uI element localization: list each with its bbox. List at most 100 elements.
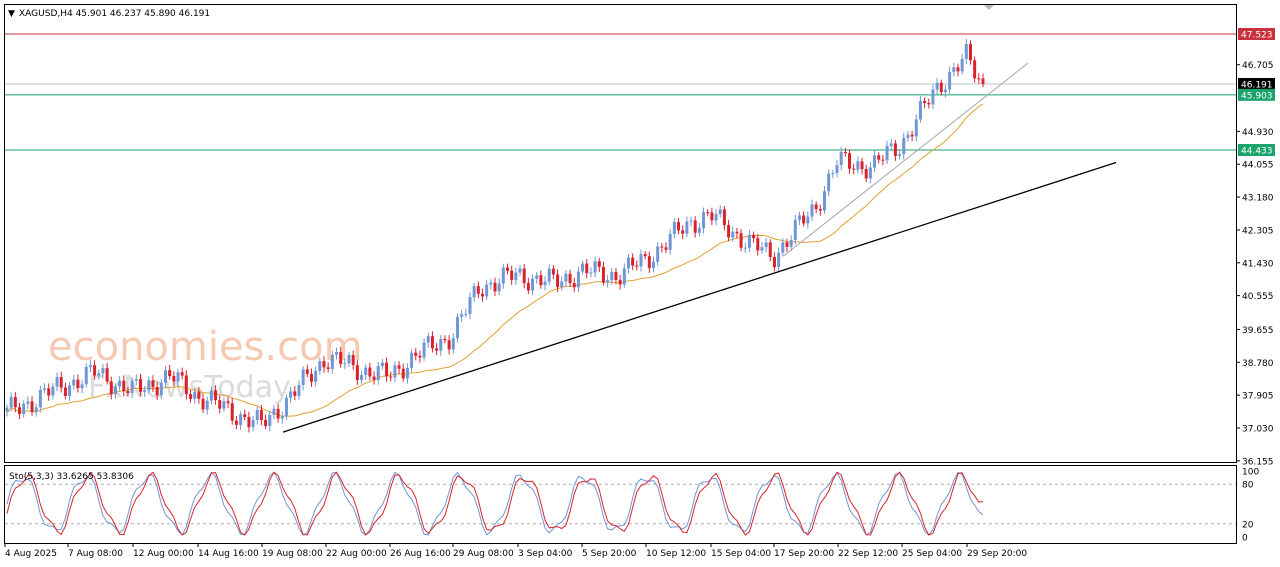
candle-body — [939, 82, 943, 93]
candle-body — [647, 256, 651, 268]
candle-body — [560, 281, 564, 288]
candle-body — [418, 355, 422, 358]
candle-body — [914, 119, 918, 137]
candle-body — [618, 280, 622, 285]
price-tick-label: 44.055 — [1242, 161, 1274, 171]
candle-body — [214, 390, 218, 401]
candle-body — [189, 394, 193, 399]
candle-body — [385, 362, 389, 377]
candle-body — [414, 352, 418, 356]
candle-body — [305, 369, 309, 374]
candle-body — [697, 228, 701, 233]
candle-body — [5, 407, 9, 412]
time-label: 22 Aug 00:00 — [326, 549, 387, 559]
candle-body — [706, 212, 710, 214]
candle-body — [72, 379, 76, 386]
candle-body — [97, 373, 101, 376]
candle-body — [439, 339, 443, 351]
candle-body — [247, 416, 251, 428]
candle-body — [606, 280, 610, 283]
time-label: 14 Aug 16:00 — [198, 549, 259, 559]
candle-body — [785, 242, 789, 247]
price-tick-label: 44.930 — [1242, 128, 1274, 138]
candle-body — [485, 284, 489, 297]
candle-body — [51, 386, 55, 396]
candle-body — [401, 368, 405, 379]
candle-body — [772, 257, 776, 268]
candle-body — [802, 215, 806, 224]
candle-body — [943, 89, 947, 93]
candle-body — [643, 254, 647, 257]
candle-body — [143, 390, 147, 392]
candle-body — [522, 268, 526, 284]
candle-body — [572, 283, 576, 288]
candle-body — [898, 154, 902, 156]
candle-body — [447, 340, 451, 350]
candle-body — [835, 165, 839, 174]
chart-canvas[interactable]: economies.com FxNewsToday 47.523 46.705 46… — [0, 0, 1280, 567]
candle-body — [885, 145, 889, 161]
watermark-sub: FxNewsToday — [88, 370, 291, 405]
candle-body — [589, 272, 593, 274]
candle-body — [752, 234, 756, 239]
candle — [284, 394, 288, 420]
candle-body — [343, 363, 347, 365]
candle-body — [26, 401, 30, 404]
price-tick-label: 39.655 — [1242, 326, 1274, 336]
candle-body — [501, 267, 505, 284]
candle-body — [243, 414, 247, 417]
candle-body — [531, 278, 535, 291]
candle-body — [138, 379, 142, 392]
candle-body — [13, 397, 17, 408]
candle-body — [63, 387, 67, 397]
candle-body — [551, 268, 555, 275]
candle-body — [902, 137, 906, 155]
candle-body — [380, 362, 384, 367]
candle-body — [226, 401, 230, 404]
menu-arrow-icon[interactable]: ▼ — [8, 9, 15, 19]
candle-body — [360, 375, 364, 381]
candle-body — [514, 272, 518, 280]
candle-body — [405, 368, 409, 379]
stoch-tick-label: 20 — [1242, 520, 1254, 530]
price-tick-label: 43.180 — [1242, 194, 1274, 204]
candle-body — [172, 375, 176, 382]
candle-body — [276, 408, 280, 419]
candle-body — [848, 153, 852, 169]
candle-body — [184, 375, 188, 395]
candle-body — [739, 233, 743, 248]
candle-body — [601, 266, 605, 283]
candle-body — [806, 216, 810, 224]
time-label: 10 Sep 12:00 — [646, 549, 706, 559]
price-tag-47.523: 47.523 — [1238, 28, 1275, 41]
candle-body — [831, 173, 835, 175]
candle-body — [639, 254, 643, 267]
stoch-frame[interactable] — [4, 465, 1237, 544]
candle-body — [30, 401, 34, 412]
candle-body — [777, 252, 781, 268]
candle-body — [906, 134, 910, 138]
candle-body — [952, 67, 956, 72]
candle-body — [134, 379, 138, 381]
candle-body — [280, 416, 284, 419]
candle-body — [155, 387, 159, 396]
candle-body — [197, 391, 201, 399]
candle-body — [293, 391, 297, 396]
candle-body — [284, 397, 288, 417]
candle-body — [18, 407, 22, 415]
candle-body — [860, 161, 864, 169]
candle-body — [960, 58, 964, 72]
candle-body — [322, 361, 326, 368]
candle-body — [301, 369, 305, 386]
candle-body — [793, 219, 797, 241]
candle-body — [864, 168, 868, 179]
candle-body — [597, 261, 601, 267]
candle-body — [681, 230, 685, 234]
candle-body — [151, 380, 155, 388]
candle-body — [622, 268, 626, 285]
candle-body — [689, 220, 693, 222]
candle-body — [889, 143, 893, 146]
candle-body — [935, 82, 939, 90]
candle-body — [714, 214, 718, 221]
time-label: 25 Sep 04:00 — [902, 549, 962, 559]
